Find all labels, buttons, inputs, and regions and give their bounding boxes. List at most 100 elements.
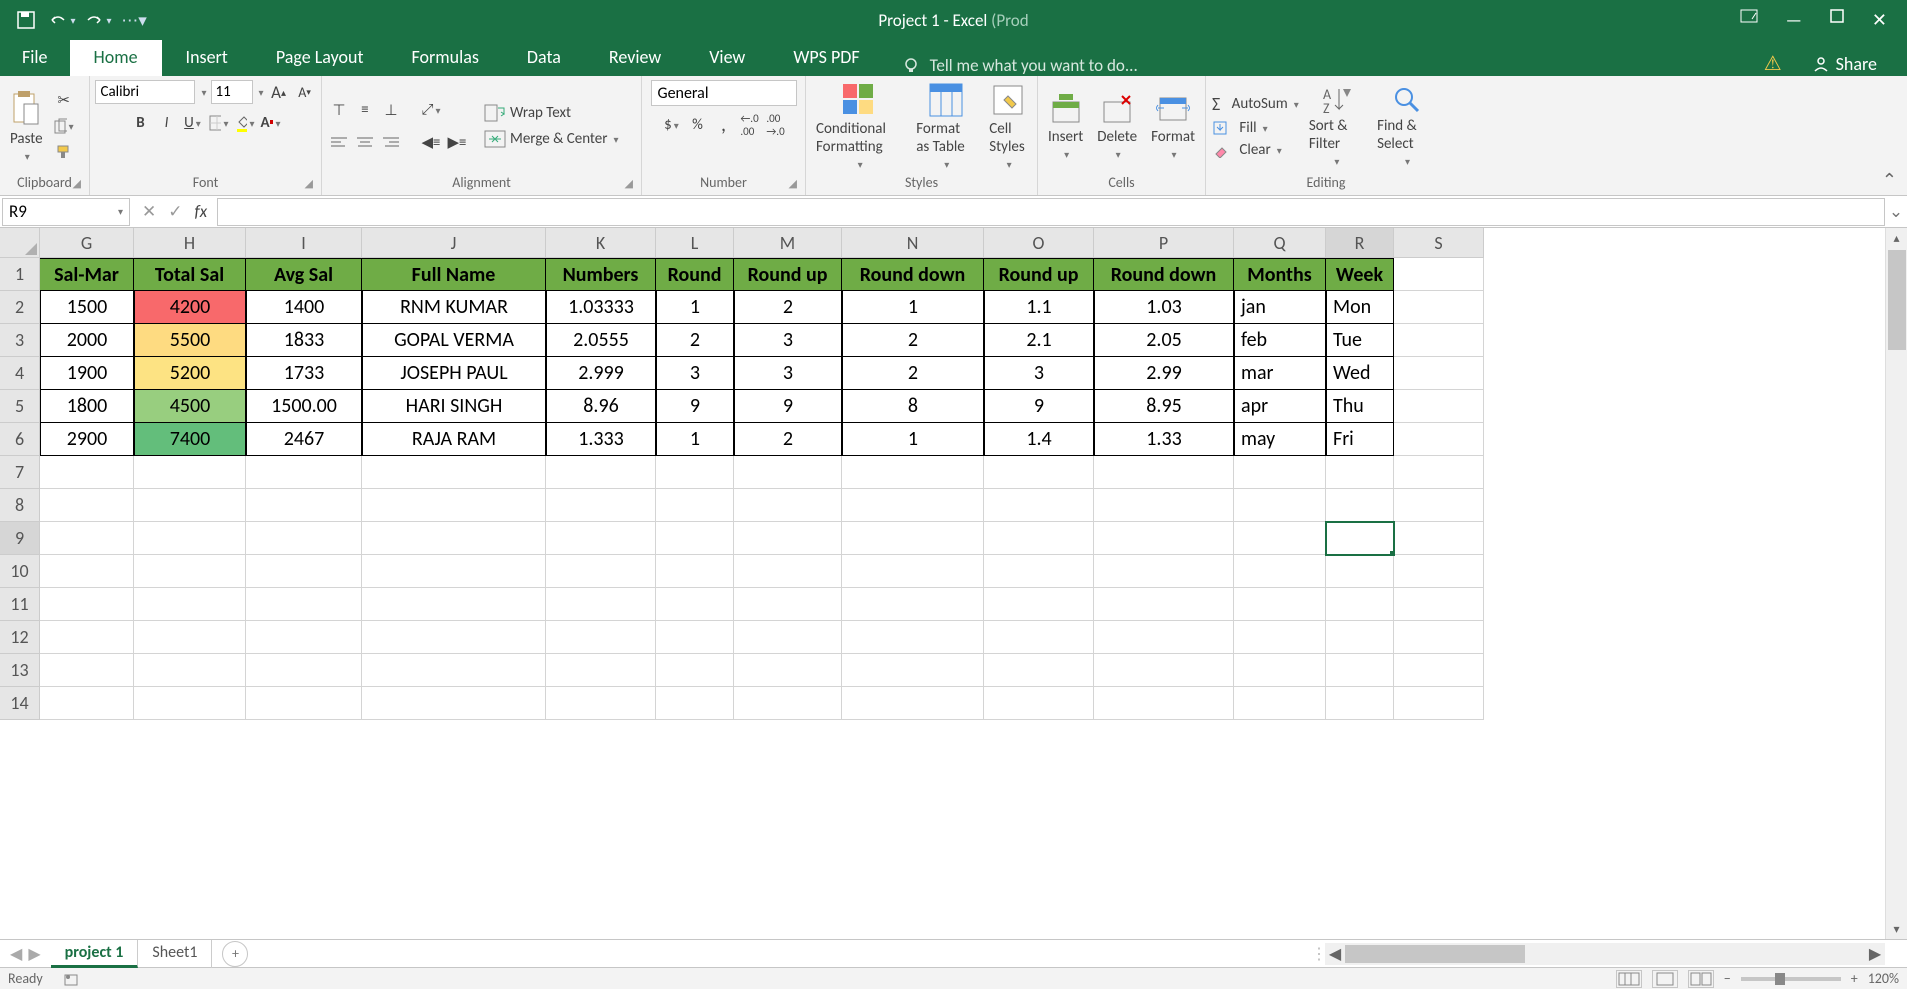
cell-L9[interactable] (656, 522, 734, 555)
wrap-text-button[interactable]: Wrap Text (484, 104, 619, 122)
col-header-L[interactable]: L (656, 228, 734, 258)
cell-S14[interactable] (1394, 687, 1484, 720)
cell-H11[interactable] (134, 588, 246, 621)
cell-Q5[interactable]: apr (1234, 390, 1326, 423)
cell-H6[interactable]: 7400 (134, 423, 246, 456)
cell-Q13[interactable] (1234, 654, 1326, 687)
share-button[interactable]: Share (1812, 53, 1877, 75)
comma-icon[interactable]: , (713, 114, 735, 136)
row-header-1[interactable]: 1 (0, 258, 40, 291)
cell-R11[interactable] (1326, 588, 1394, 621)
cell-S13[interactable] (1394, 654, 1484, 687)
cell-J13[interactable] (362, 654, 546, 687)
cell-K4[interactable]: 2.999 (546, 357, 656, 390)
cell-L4[interactable]: 3 (656, 357, 734, 390)
row-header-2[interactable]: 2 (0, 291, 40, 324)
increase-decimal-icon[interactable]: ←.0.00 (739, 114, 761, 136)
cell-S8[interactable] (1394, 489, 1484, 522)
fx-icon[interactable]: fx (195, 201, 208, 222)
tab-page-layout[interactable]: Page Layout (252, 38, 388, 76)
header-cell-Q[interactable]: Months (1234, 258, 1326, 291)
row-header-9[interactable]: 9 (0, 522, 40, 555)
cell-Q8[interactable] (1234, 489, 1326, 522)
delete-cells-button[interactable]: Delete▾ (1093, 92, 1141, 161)
cell-Q7[interactable] (1234, 456, 1326, 489)
close-icon[interactable]: ✕ (1872, 9, 1887, 31)
cell-S7[interactable] (1394, 456, 1484, 489)
cell-N3[interactable]: 2 (842, 324, 984, 357)
cell-J9[interactable] (362, 522, 546, 555)
col-header-K[interactable]: K (546, 228, 656, 258)
row-header-10[interactable]: 10 (0, 555, 40, 588)
find-select-button[interactable]: Find & Select▾ (1373, 85, 1440, 168)
header-cell-K[interactable]: Numbers (546, 258, 656, 291)
cell-J2[interactable]: RNM KUMAR (362, 291, 546, 324)
cell-O2[interactable]: 1.1 (984, 291, 1094, 324)
insert-cells-button[interactable]: Insert▾ (1044, 92, 1087, 161)
cell-L6[interactable]: 1 (656, 423, 734, 456)
qat-customize-icon[interactable]: ⋯▾ (120, 8, 148, 32)
header-cell-M[interactable]: Round up (734, 258, 842, 291)
header-cell-L[interactable]: Round (656, 258, 734, 291)
cell-L12[interactable] (656, 621, 734, 654)
currency-icon[interactable]: $▾ (661, 114, 683, 136)
cell-R12[interactable] (1326, 621, 1394, 654)
cell-I9[interactable] (246, 522, 362, 555)
hscroll-thumb[interactable] (1345, 945, 1525, 963)
cell-M13[interactable] (734, 654, 842, 687)
cell-N14[interactable] (842, 687, 984, 720)
cell-H13[interactable] (134, 654, 246, 687)
align-top-icon[interactable]: ⊤ (328, 99, 350, 121)
borders-icon[interactable]: ▾ (208, 112, 230, 134)
cell-O7[interactable] (984, 456, 1094, 489)
cell-L14[interactable] (656, 687, 734, 720)
cell-L10[interactable] (656, 555, 734, 588)
cell-I3[interactable]: 1833 (246, 324, 362, 357)
cell-M5[interactable]: 9 (734, 390, 842, 423)
maximize-icon[interactable] (1830, 9, 1844, 31)
redo-icon[interactable]: ▾ (84, 8, 112, 32)
col-header-S[interactable]: S (1394, 228, 1484, 258)
cell-O6[interactable]: 1.4 (984, 423, 1094, 456)
cell-N9[interactable] (842, 522, 984, 555)
cell-Q10[interactable] (1234, 555, 1326, 588)
scroll-up-icon[interactable]: ▴ (1886, 228, 1907, 248)
cell-M8[interactable] (734, 489, 842, 522)
cell-P5[interactable]: 8.95 (1094, 390, 1234, 423)
cell-R7[interactable] (1326, 456, 1394, 489)
cell-Q4[interactable]: mar (1234, 357, 1326, 390)
cell-M14[interactable] (734, 687, 842, 720)
cell-N8[interactable] (842, 489, 984, 522)
expand-formula-bar-icon[interactable]: ⌄ (1885, 201, 1907, 222)
cell-N12[interactable] (842, 621, 984, 654)
scroll-down-icon[interactable]: ▾ (1886, 919, 1907, 939)
page-layout-view-icon[interactable] (1652, 970, 1678, 988)
increase-indent-icon[interactable]: ▶≡ (446, 131, 468, 153)
cell-G13[interactable] (40, 654, 134, 687)
row-header-7[interactable]: 7 (0, 456, 40, 489)
cell-P9[interactable] (1094, 522, 1234, 555)
cell-N5[interactable]: 8 (842, 390, 984, 423)
cell-G11[interactable] (40, 588, 134, 621)
header-cell-H[interactable]: Total Sal (134, 258, 246, 291)
font-name-input[interactable] (95, 80, 195, 104)
cell-R6[interactable]: Fri (1326, 423, 1394, 456)
cell-L5[interactable]: 9 (656, 390, 734, 423)
col-header-P[interactable]: P (1094, 228, 1234, 258)
new-sheet-button[interactable]: + (222, 941, 248, 967)
col-header-R[interactable]: R (1326, 228, 1394, 258)
cell-K8[interactable] (546, 489, 656, 522)
row-header-3[interactable]: 3 (0, 324, 40, 357)
cell-M7[interactable] (734, 456, 842, 489)
cell-J7[interactable] (362, 456, 546, 489)
cell-L8[interactable] (656, 489, 734, 522)
cell-Q14[interactable] (1234, 687, 1326, 720)
cell-M9[interactable] (734, 522, 842, 555)
cell-R2[interactable]: Mon (1326, 291, 1394, 324)
format-cells-button[interactable]: Format▾ (1147, 92, 1199, 161)
row-header-13[interactable]: 13 (0, 654, 40, 687)
cell-O5[interactable]: 9 (984, 390, 1094, 423)
cell-K7[interactable] (546, 456, 656, 489)
row-header-5[interactable]: 5 (0, 390, 40, 423)
scroll-right-icon[interactable]: ▶ (1865, 944, 1885, 964)
